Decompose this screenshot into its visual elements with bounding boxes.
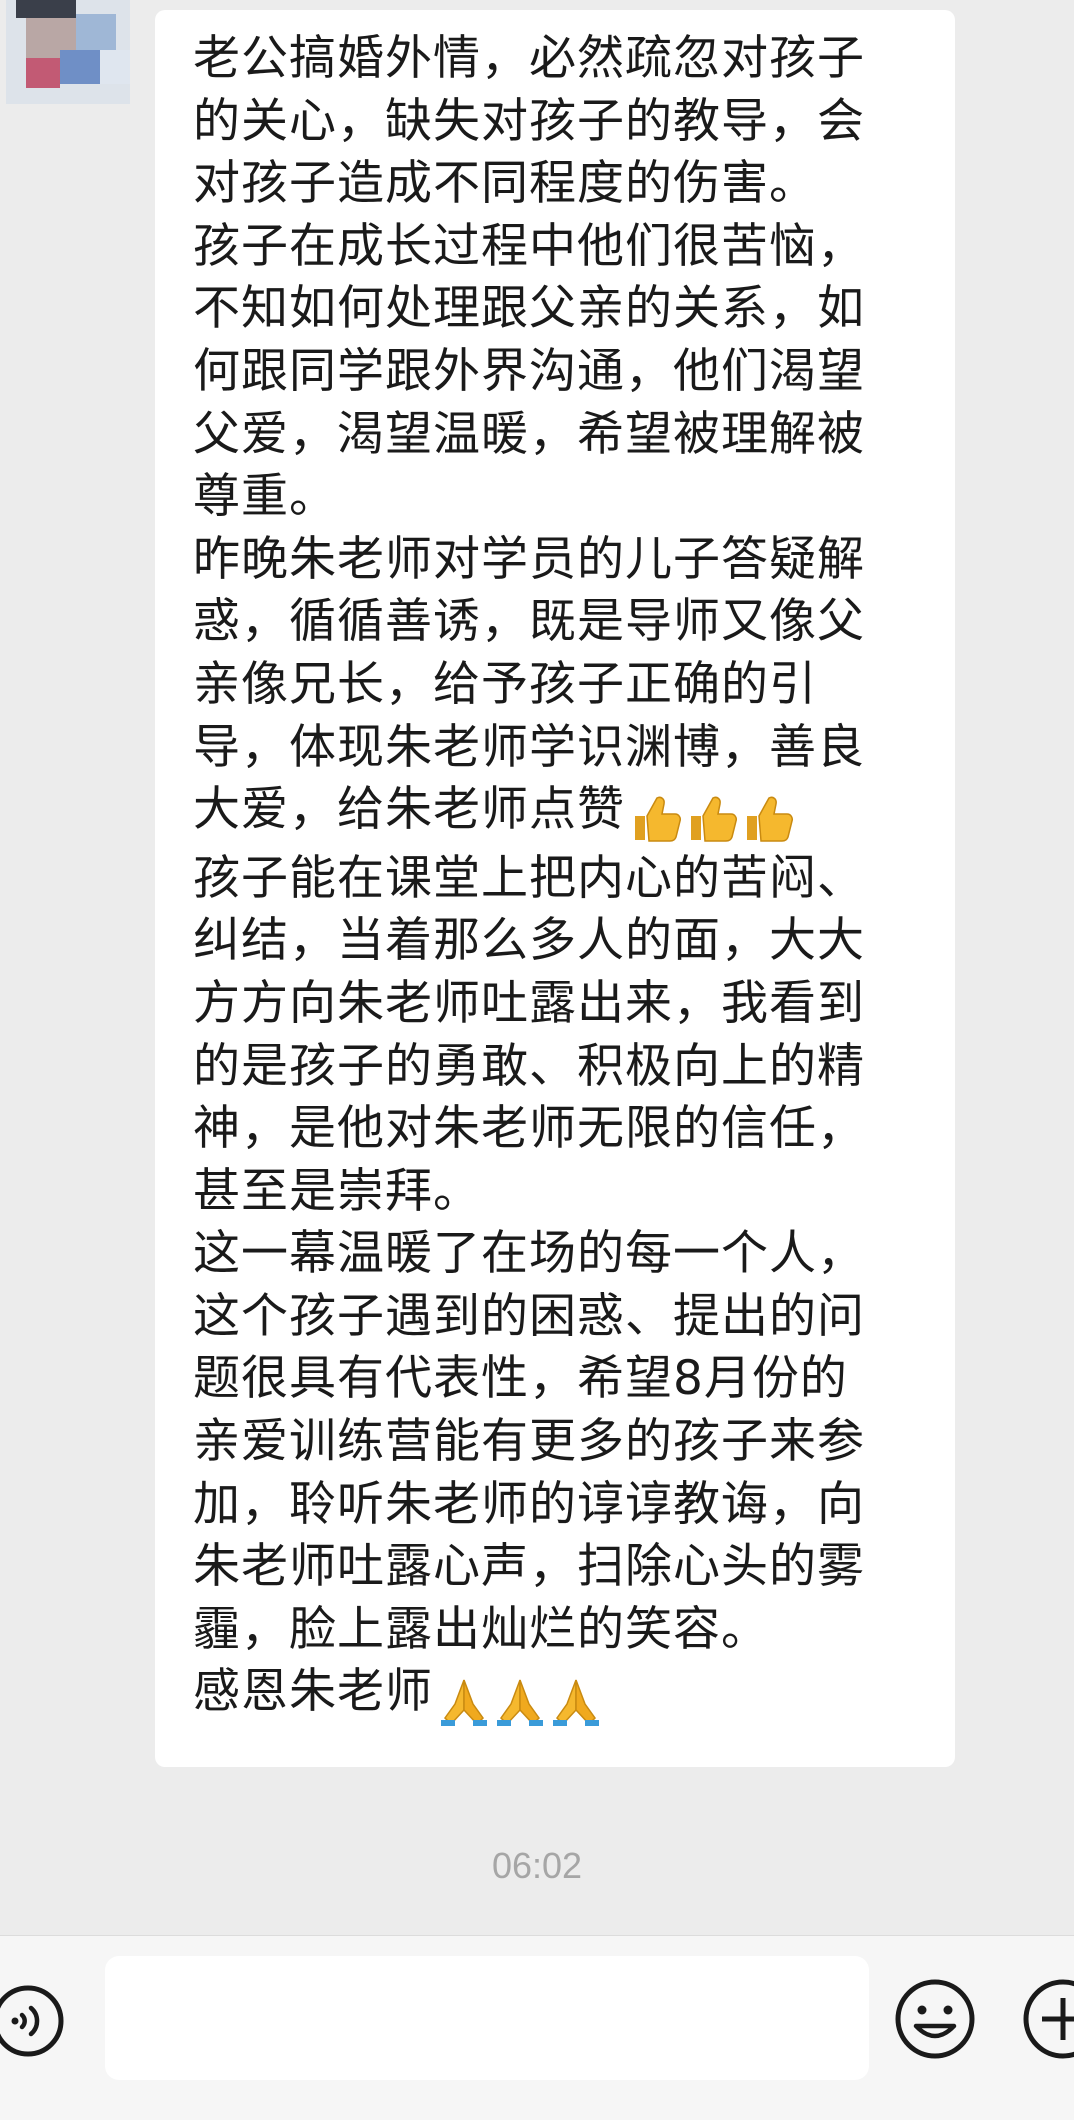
message-paragraph-2: 孩子在成长过程中他们很苦恼， 不知如何处理跟父亲的关系，如 何跟同学跟外界沟通，… <box>193 218 865 525</box>
avatar[interactable] <box>6 0 130 104</box>
message-paragraph-6: 感恩朱老师 <box>193 1661 925 1730</box>
folded-hands-icon <box>441 1679 487 1726</box>
message-paragraph-6-text: 感恩朱老师 <box>193 1664 433 1720</box>
folded-hands-icon <box>497 1679 543 1726</box>
thumbs-up-icon <box>747 796 793 842</box>
emoji-picker-icon[interactable] <box>892 1976 978 2062</box>
plus-more-icon[interactable] <box>1020 1976 1074 2062</box>
thumbs-up-icon <box>635 796 681 842</box>
message-paragraph-1: 老公搞婚外情，必然疏忽对孩子 的关心，缺失对孩子的教导，会 对孩子造成不同程度的… <box>193 31 865 212</box>
folded-hands-icon <box>553 1679 599 1726</box>
folded-hands-emoji-row <box>437 1667 605 1730</box>
input-toolbar <box>0 1935 1074 2120</box>
message-bubble[interactable]: 老公搞婚外情，必然疏忽对孩子 的关心，缺失对孩子的教导，会 对孩子造成不同程度的… <box>155 10 955 1767</box>
message-paragraph-3: 昨晚朱老师对学员的儿子答疑解 惑，循循善诱，既是导师又像父 亲像兄长，给予孩子正… <box>193 529 925 848</box>
thumbs-up-icon <box>691 796 737 842</box>
thumbs-up-emoji-row <box>629 785 797 848</box>
message-input[interactable] <box>105 1956 869 2080</box>
voice-input-icon[interactable] <box>0 1978 70 2064</box>
message-paragraph-4: 孩子能在课堂上把内心的苦闷、 纠结，当着那么多人的面，大大 方方向朱老师吐露出来… <box>193 850 865 1219</box>
message-paragraph-5: 这一幕温暖了在场的每一个人， 这个孩子遇到的困惑、提出的问 题很具有代表性，希望… <box>193 1226 865 1657</box>
chat-area: 老公搞婚外情，必然疏忽对孩子 的关心，缺失对孩子的教导，会 对孩子造成不同程度的… <box>0 0 1074 1935</box>
message-timestamp: 06:02 <box>491 1845 583 1886</box>
